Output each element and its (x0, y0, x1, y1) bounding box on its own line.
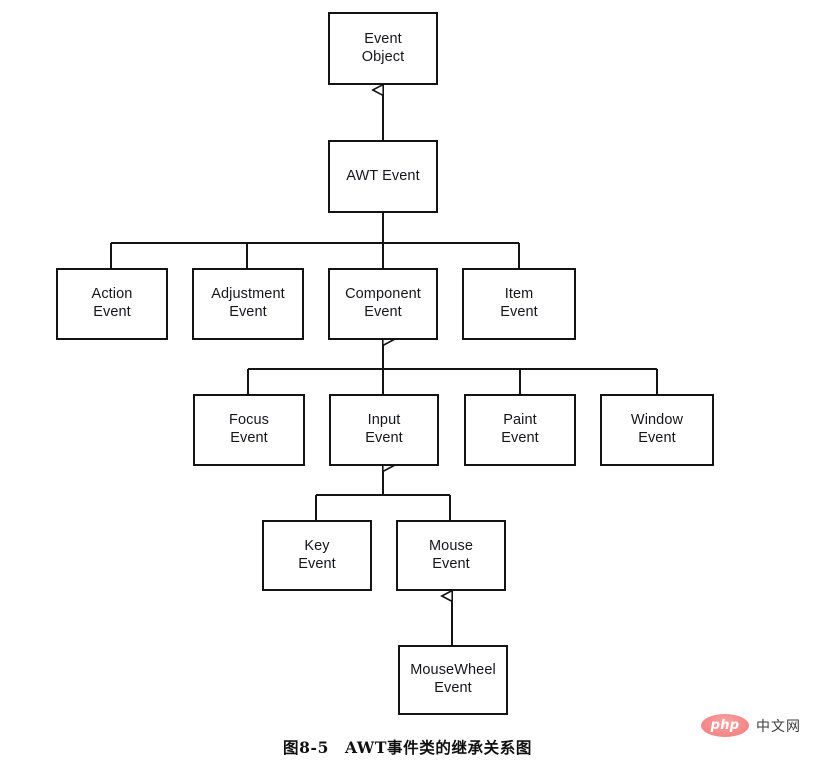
node-awt-event[interactable]: AWT Event (328, 140, 438, 213)
figure-caption: 图8-5 AWT事件类的继承关系图 (283, 738, 532, 757)
node-action-event-label: Action Event (91, 286, 133, 320)
node-awt-event-label: AWT Event (346, 167, 420, 184)
node-item-event-label: Item Event (500, 286, 538, 320)
node-component-event[interactable]: Component Event (328, 268, 438, 340)
node-mousewheel-event[interactable]: MouseWheel Event (398, 645, 508, 715)
node-component-event-label: Component Event (345, 286, 421, 320)
php-logo-icon: php (701, 714, 749, 737)
node-event-object[interactable]: Event Object (328, 12, 438, 85)
node-mousewheel-event-label: MouseWheel Event (410, 662, 496, 696)
node-input-event-label: Input Event (365, 412, 403, 446)
node-focus-event[interactable]: Focus Event (193, 394, 305, 466)
node-key-event[interactable]: Key Event (262, 520, 372, 591)
node-window-event[interactable]: Window Event (600, 394, 714, 466)
node-paint-event-label: Paint Event (501, 412, 539, 446)
node-action-event[interactable]: Action Event (56, 268, 168, 340)
node-adjustment-event-label: Adjustment Event (211, 286, 285, 320)
node-focus-event-label: Focus Event (229, 412, 269, 446)
node-adjustment-event[interactable]: Adjustment Event (192, 268, 304, 340)
watermark-site-label: 中文网 (756, 718, 801, 735)
node-item-event[interactable]: Item Event (462, 268, 576, 340)
diagram-canvas: Event Object AWT Event Action Event Adju… (0, 0, 815, 765)
node-event-object-label: Event Object (361, 30, 405, 65)
node-key-event-label: Key Event (298, 537, 336, 572)
node-mouse-event[interactable]: Mouse Event (396, 520, 506, 591)
node-input-event[interactable]: Input Event (329, 394, 439, 466)
node-window-event-label: Window Event (630, 412, 684, 446)
node-mouse-event-label: Mouse Event (428, 537, 474, 572)
node-paint-event[interactable]: Paint Event (464, 394, 576, 466)
watermark: php 中文网 (701, 714, 801, 737)
